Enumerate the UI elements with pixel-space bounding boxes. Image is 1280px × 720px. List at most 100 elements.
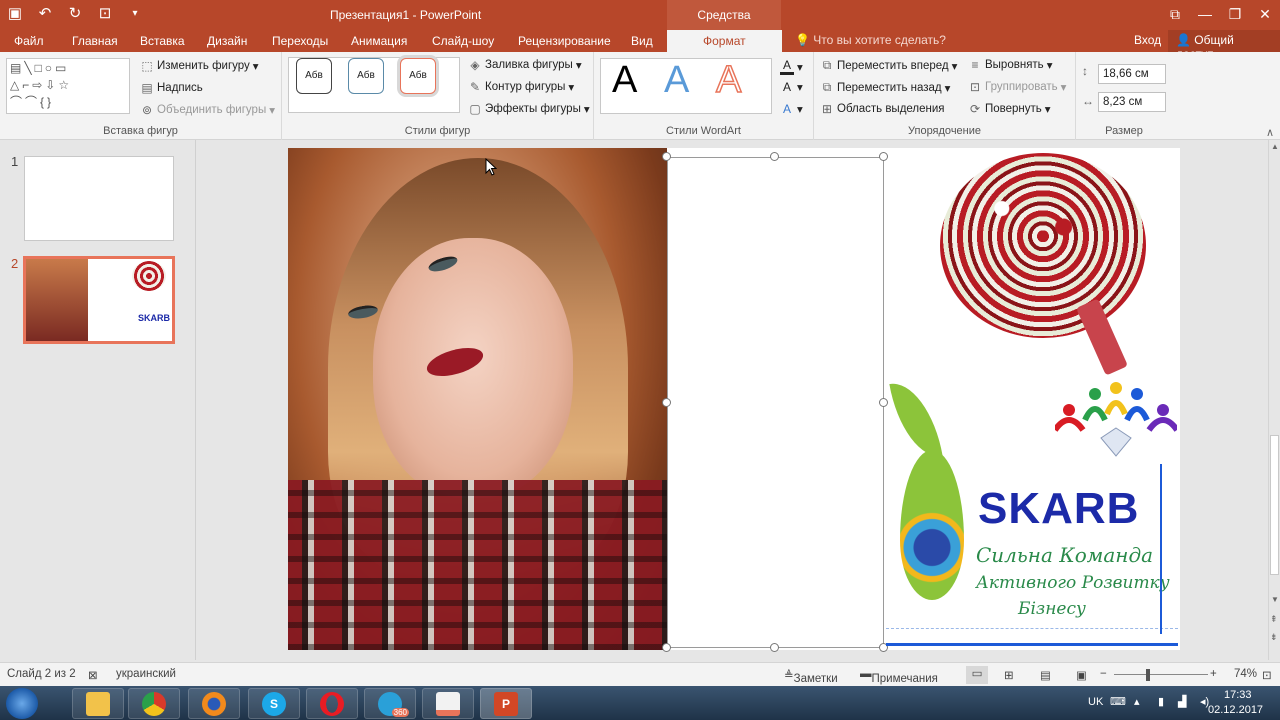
- input-language[interactable]: UK: [1088, 696, 1103, 708]
- text-box-button[interactable]: ▤ Надпись: [140, 81, 203, 95]
- fit-to-window-icon[interactable]: ⊡: [1262, 668, 1272, 682]
- shape-effects-button[interactable]: ▢ Эффекты фигуры ▾: [468, 102, 589, 116]
- tell-me-search[interactable]: 💡 Что вы хотите сделать?: [795, 33, 946, 47]
- slideshow-start-icon[interactable]: ⊡: [94, 4, 116, 24]
- shape-height-input[interactable]: 18,66 см: [1098, 64, 1166, 84]
- battery-icon[interactable]: ▮: [1158, 695, 1164, 708]
- shape-outline-button[interactable]: ✎ Контур фигуры ▾: [468, 80, 574, 94]
- resize-handle-l[interactable]: [662, 398, 671, 407]
- shape-width-input[interactable]: 8,23 см: [1098, 92, 1166, 112]
- zoom-slider-thumb[interactable]: [1146, 669, 1150, 681]
- next-slide-icon[interactable]: ⇟: [1270, 632, 1278, 643]
- opera-icon: [320, 691, 344, 716]
- taskbar-firefox[interactable]: [188, 688, 240, 719]
- tell-me-placeholder: Что вы хотите сделать?: [813, 33, 946, 47]
- tab-insert[interactable]: Вставка: [140, 33, 185, 49]
- shape-style-1[interactable]: Абв: [296, 58, 332, 94]
- shape-style-3[interactable]: Абв: [400, 58, 436, 94]
- text-box-label: Надпись: [157, 82, 203, 94]
- zoom-in-icon[interactable]: +: [1210, 668, 1217, 680]
- undo-icon[interactable]: ↶: [34, 4, 56, 24]
- clock-date[interactable]: 02.12.2017: [1208, 704, 1263, 716]
- wordart-style-black[interactable]: A: [612, 58, 637, 102]
- customize-qat-icon[interactable]: ▾: [124, 4, 146, 24]
- keyboard-icon[interactable]: ⌨: [1110, 695, 1126, 708]
- scrollbar-thumb[interactable]: [1270, 435, 1279, 575]
- tab-home[interactable]: Главная: [72, 33, 118, 49]
- redo-icon[interactable]: ↻: [64, 4, 86, 24]
- merge-shapes-button[interactable]: ⊚ Объединить фигуры ▾: [140, 103, 275, 117]
- edit-shape-button[interactable]: ⬚ Изменить фигуру ▾: [140, 59, 258, 73]
- resize-handle-b[interactable]: [770, 643, 779, 652]
- restore-button[interactable]: ❐: [1220, 0, 1250, 30]
- text-outline-button[interactable]: A ▾: [780, 80, 803, 94]
- scroll-up-icon[interactable]: ▲: [1271, 142, 1279, 151]
- taskbar-opera[interactable]: [306, 688, 358, 719]
- normal-view-icon[interactable]: ▭: [966, 666, 988, 684]
- tab-animations[interactable]: Анимация: [351, 33, 407, 49]
- language-indicator[interactable]: украинский: [116, 668, 176, 680]
- save-icon[interactable]: ▣: [4, 4, 26, 24]
- text-effects-button[interactable]: A ▾: [780, 102, 803, 116]
- network-icon[interactable]: ▟: [1178, 695, 1186, 708]
- slide-thumbnail-1[interactable]: [24, 156, 174, 241]
- rotate-button[interactable]: ⟳ Повернуть ▾: [968, 102, 1051, 116]
- clock-time[interactable]: 17:33: [1224, 689, 1252, 701]
- selection-pane-button[interactable]: ⊞ Область выделения: [820, 102, 945, 116]
- portrait-photo[interactable]: [288, 148, 667, 650]
- taskbar-skype[interactable]: S: [248, 688, 300, 719]
- notes-button[interactable]: ≜ Заметки: [784, 668, 838, 685]
- tab-design[interactable]: Дизайн: [207, 33, 247, 49]
- resize-handle-bl[interactable]: [662, 643, 671, 652]
- close-button[interactable]: ✕: [1250, 0, 1280, 30]
- wordart-style-outline[interactable]: A: [715, 58, 742, 102]
- zoom-slider[interactable]: [1114, 674, 1208, 675]
- shape-fill-button[interactable]: ◈ Заливка фигуры ▾: [468, 58, 581, 72]
- shape-effects-label: Эффекты фигуры: [485, 103, 581, 115]
- resize-handle-r[interactable]: [879, 398, 888, 407]
- zoom-out-icon[interactable]: −: [1100, 668, 1107, 680]
- vertical-scrollbar[interactable]: ▲ ▼ ⇞ ⇟: [1268, 140, 1280, 660]
- sign-in-link[interactable]: Вход: [1134, 33, 1161, 47]
- align-button[interactable]: ≡ Выровнять ▾: [968, 58, 1052, 72]
- previous-slide-icon[interactable]: ⇞: [1270, 614, 1278, 625]
- share-button[interactable]: 👤 Общий доступ: [1168, 30, 1280, 61]
- tab-transitions[interactable]: Переходы: [272, 33, 328, 49]
- text-fill-button[interactable]: A ▾: [780, 58, 803, 75]
- tab-slideshow[interactable]: Слайд-шоу: [432, 33, 494, 49]
- slide-sorter-icon[interactable]: ⊞: [1004, 668, 1014, 682]
- slideshow-view-icon[interactable]: ▣: [1076, 668, 1087, 682]
- wordart-style-blue[interactable]: A: [664, 58, 689, 102]
- show-hidden-icons[interactable]: ▴: [1134, 695, 1140, 708]
- selected-shape-frame[interactable]: [667, 157, 884, 648]
- collapse-ribbon-icon[interactable]: ∧: [1266, 126, 1274, 139]
- spellcheck-icon[interactable]: ⊠: [88, 668, 98, 682]
- taskbar-app-orange[interactable]: [422, 688, 474, 719]
- resize-handle-tr[interactable]: [879, 152, 888, 161]
- minimize-button[interactable]: —: [1190, 0, 1220, 30]
- group-objects-button[interactable]: ⊡ Группировать ▾: [968, 80, 1066, 94]
- resize-handle-t[interactable]: [770, 152, 779, 161]
- reading-view-icon[interactable]: ▤: [1040, 668, 1051, 682]
- bring-forward-button[interactable]: ⧉ Переместить вперед ▾: [820, 58, 958, 73]
- resize-handle-tl[interactable]: [662, 152, 671, 161]
- flower-bouquet-image[interactable]: [940, 153, 1146, 338]
- tab-view[interactable]: Вид: [631, 33, 653, 49]
- tab-format[interactable]: Формат: [667, 30, 782, 52]
- zoom-level[interactable]: 74%: [1234, 668, 1257, 680]
- tab-review[interactable]: Рецензирование: [518, 33, 611, 49]
- taskbar-telegram[interactable]: 360: [364, 688, 416, 719]
- shapes-gallery[interactable]: ▤╲□○▭ △⌐⇨⇩☆ ⌒⌒{}: [6, 58, 130, 114]
- taskbar-explorer[interactable]: [72, 688, 124, 719]
- ribbon-display-icon[interactable]: ⧉: [1160, 0, 1190, 30]
- taskbar-chrome[interactable]: [128, 688, 180, 719]
- comments-button[interactable]: ▬ Примечания: [860, 668, 938, 685]
- taskbar-powerpoint[interactable]: P: [480, 688, 532, 719]
- tab-file[interactable]: Файл: [14, 33, 44, 49]
- slide-thumbnail-2[interactable]: SKARB: [23, 256, 175, 344]
- send-backward-button[interactable]: ⧉ Переместить назад ▾: [820, 80, 951, 95]
- shape-style-2[interactable]: Абв: [348, 58, 384, 94]
- start-button[interactable]: [6, 688, 38, 719]
- skype-icon: S: [262, 691, 286, 716]
- scroll-down-icon[interactable]: ▼: [1271, 595, 1279, 604]
